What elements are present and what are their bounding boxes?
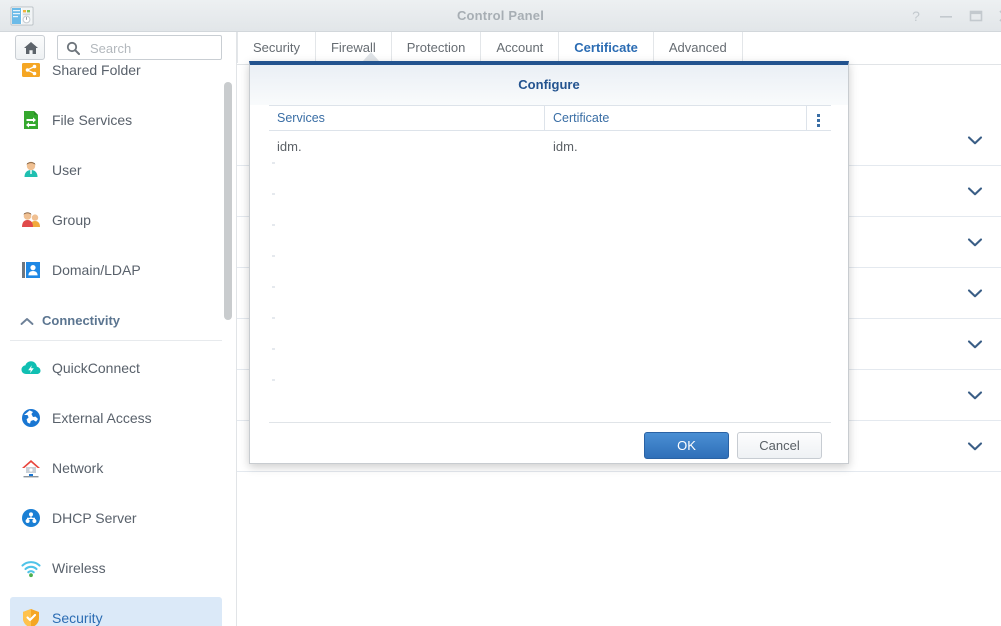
chevron-down-icon[interactable]	[967, 185, 983, 200]
tab-account[interactable]: Account	[481, 32, 560, 63]
table-body: idm. idm.	[269, 131, 831, 415]
sidebar-divider	[10, 340, 222, 341]
sidebar-item-label: Domain/LDAP	[52, 262, 141, 278]
search-icon	[66, 41, 80, 58]
sidebar-item-group[interactable]: Group	[10, 199, 222, 241]
wireless-icon	[20, 557, 42, 579]
sidebar-item-external-access[interactable]: External Access	[10, 397, 222, 439]
dialog-footer-divider	[269, 422, 831, 423]
help-button[interactable]: ?	[906, 6, 926, 26]
column-header-label: Services	[277, 111, 325, 125]
sidebar-group-connectivity[interactable]: Connectivity	[10, 303, 222, 339]
chevron-down-icon[interactable]	[967, 389, 983, 404]
table-row[interactable]	[269, 317, 831, 348]
minimize-button[interactable]	[936, 6, 956, 26]
column-header-label: Certificate	[553, 111, 610, 125]
tab-protection[interactable]: Protection	[392, 32, 482, 63]
sidebar-item-label: User	[52, 162, 82, 178]
sidebar-item-label: External Access	[52, 410, 152, 426]
tab-certificate[interactable]: Certificate	[559, 32, 654, 63]
tab-label: Protection	[406, 40, 466, 55]
close-button[interactable]	[995, 6, 1001, 26]
column-header-certificate[interactable]: Certificate	[545, 106, 807, 131]
chevron-down-icon[interactable]	[967, 134, 983, 149]
dhcp-server-icon	[20, 507, 42, 529]
sidebar-item-label: File Services	[52, 112, 133, 128]
cell-services: idm.	[277, 139, 302, 154]
group-icon	[20, 209, 42, 231]
sidebar-nav-list: Shared Folder File Services User Group D…	[0, 59, 236, 626]
sidebar-item-file-services[interactable]: File Services	[10, 99, 222, 141]
sidebar-item-label: QuickConnect	[52, 360, 140, 376]
table-row[interactable]	[269, 162, 831, 193]
search-box[interactable]	[57, 35, 222, 61]
control-panel-icon	[10, 4, 34, 28]
sidebar: Shared Folder File Services	[0, 32, 237, 626]
dialog-pointer-arrow	[363, 52, 379, 61]
sidebar-item-label: DHCP Server	[52, 510, 137, 526]
external-access-icon	[20, 407, 42, 429]
tab-label: Security	[253, 40, 300, 55]
sidebar-item-domain-ldap[interactable]: Domain/LDAP	[10, 249, 222, 291]
services-certificate-table: Services Certificate idm. idm.	[269, 105, 831, 415]
cancel-button[interactable]: Cancel	[737, 432, 822, 459]
sidebar-item-wireless[interactable]: Wireless	[10, 547, 222, 589]
sidebar-item-network[interactable]: Network	[10, 447, 222, 489]
table-row[interactable]	[269, 255, 831, 286]
control-panel-window: Control Panel ? Search Shared Folder Fil…	[0, 0, 1001, 626]
table-row[interactable]	[269, 193, 831, 224]
table-row[interactable]	[269, 379, 831, 410]
domain-ldap-icon	[20, 259, 42, 281]
tab-label: Account	[496, 40, 544, 55]
table-row[interactable]	[269, 286, 831, 317]
file-services-icon	[20, 109, 42, 131]
chevron-down-icon[interactable]	[967, 440, 983, 455]
chevron-down-icon[interactable]	[967, 338, 983, 353]
sidebar-item-quickconnect[interactable]: QuickConnect	[10, 347, 222, 389]
user-icon	[20, 159, 42, 181]
sidebar-item-dhcp-server[interactable]: DHCP Server	[10, 497, 222, 539]
table-row[interactable]	[269, 224, 831, 255]
sidebar-item-security[interactable]: Security	[10, 597, 222, 626]
sidebar-scrollbar[interactable]	[224, 82, 232, 320]
sidebar-group-label: Connectivity	[42, 313, 121, 328]
tab-label: Certificate	[574, 40, 638, 55]
sidebar-toolbar	[0, 32, 236, 61]
dialog-title: Configure	[250, 65, 848, 105]
home-button[interactable]	[15, 35, 45, 60]
tab-firewall[interactable]: Firewall	[316, 32, 392, 63]
tab-security[interactable]: Security	[237, 32, 316, 63]
search-input[interactable]	[88, 36, 220, 61]
security-icon	[20, 607, 42, 626]
tab-advanced[interactable]: Advanced	[654, 32, 743, 63]
window-titlebar: Control Panel ?	[0, 0, 1001, 32]
window-title: Control Panel	[456, 8, 545, 23]
maximize-button[interactable]	[966, 6, 986, 26]
svg-text:?: ?	[912, 8, 920, 24]
table-header-row: Services Certificate	[269, 105, 831, 131]
chevron-down-icon[interactable]	[967, 236, 983, 251]
table-row[interactable]: idm. idm.	[269, 131, 831, 162]
chevron-up-icon	[20, 315, 34, 330]
sidebar-item-label: Security	[52, 610, 103, 626]
column-header-services[interactable]: Services	[269, 106, 545, 131]
sidebar-item-label: Network	[52, 460, 104, 476]
table-row[interactable]	[269, 348, 831, 379]
cell-certificate: idm.	[553, 139, 578, 154]
shared-folder-icon	[20, 59, 42, 81]
chevron-down-icon[interactable]	[967, 287, 983, 302]
kebab-menu-icon[interactable]	[807, 106, 831, 131]
home-icon	[24, 42, 38, 54]
sidebar-item-user[interactable]: User	[10, 149, 222, 191]
configure-dialog: Configure Services Certificate idm. idm.…	[249, 61, 849, 464]
quickconnect-icon	[20, 357, 42, 379]
tab-label: Advanced	[668, 40, 727, 55]
ok-button[interactable]: OK	[644, 432, 729, 459]
network-icon	[20, 457, 42, 479]
sidebar-item-label: Group	[52, 212, 91, 228]
sidebar-item-label: Wireless	[52, 560, 106, 576]
